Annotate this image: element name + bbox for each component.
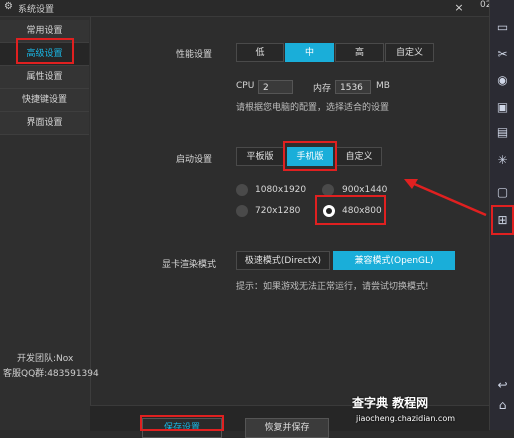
screen-icon[interactable]: ▣: [495, 100, 510, 115]
performance-hint: 请根据您电脑的配置，选择适合的设置: [236, 103, 390, 113]
highlight-box: [140, 415, 224, 431]
gear-icon: ⚙: [4, 1, 13, 12]
render-label: 显卡渲染模式: [162, 260, 217, 270]
render-option-opengl[interactable]: 兼容模式(OpenGL): [333, 251, 455, 270]
perf-option-low[interactable]: 低: [236, 43, 284, 62]
window-title: 系统设置: [18, 5, 55, 15]
watermark-text: 查字典 教程网: [352, 396, 429, 410]
location-icon[interactable]: ◉: [495, 73, 510, 88]
highlight-box: [315, 195, 386, 225]
watermark-url: jiaocheng.chazidian.com: [356, 414, 456, 423]
title-bar: ⚙ 系统设置 ×: [0, 0, 489, 17]
perf-option-high[interactable]: 高: [335, 43, 384, 62]
qq-group-text: 客服QQ群:483591394: [3, 369, 99, 379]
settings-window: ⚙ 系统设置 × 常用设置 高级设置 属性设置 快捷键设置 界面设置 开发团队:…: [0, 0, 489, 438]
battery-icon[interactable]: ▭: [495, 20, 510, 35]
startup-label: 启动设置: [176, 155, 213, 165]
res-1080-label: 1080x1920: [255, 185, 307, 195]
scissors-icon[interactable]: ✂: [495, 47, 510, 62]
startup-option-tablet[interactable]: 平板版: [236, 147, 284, 166]
res-900-label: 900x1440: [342, 185, 388, 195]
startup-option-custom[interactable]: 自定义: [336, 147, 382, 166]
res-720-radio[interactable]: [236, 205, 248, 217]
highlight-box: [16, 38, 74, 64]
performance-label: 性能设置: [176, 50, 213, 60]
right-toolbar: ▭ ✂ ◉ ▣ ▤ ✳ ▢ ⊞ ↩ ⌂: [489, 0, 514, 430]
sidebar-item-shortcuts[interactable]: 快捷键设置: [0, 89, 89, 112]
shake-icon[interactable]: ✳: [495, 153, 510, 168]
close-button[interactable]: ×: [452, 0, 466, 16]
cpu-label: CPU: [236, 81, 255, 91]
restore-button[interactable]: 恢复并保存: [245, 418, 329, 438]
sidebar-item-interface[interactable]: 界面设置: [0, 112, 89, 135]
home-icon[interactable]: ⌂: [495, 398, 510, 413]
back-icon[interactable]: ↩: [495, 378, 510, 393]
dev-team-text: 开发团队:Nox: [17, 354, 74, 364]
annotation-arrow: [404, 179, 487, 217]
res-720-label: 720x1280: [255, 206, 301, 216]
res-1080-radio[interactable]: [236, 184, 248, 196]
highlight-box: [283, 141, 337, 171]
render-hint: 提示：如果游戏无法正常运行，请尝试切换模式!: [236, 282, 429, 292]
cpu-input[interactable]: 2: [258, 80, 293, 94]
memory-label: 内存: [313, 84, 332, 94]
memory-input[interactable]: 1536: [335, 80, 371, 94]
perf-option-medium[interactable]: 中: [285, 43, 334, 62]
memory-unit: MB: [376, 81, 390, 91]
sidebar-item-properties[interactable]: 属性设置: [0, 66, 89, 89]
highlight-box: [491, 205, 514, 235]
perf-option-custom[interactable]: 自定义: [385, 43, 434, 62]
render-option-directx[interactable]: 极速模式(DirectX): [236, 251, 330, 270]
gallery-icon[interactable]: ▤: [495, 125, 510, 140]
record-icon[interactable]: ▢: [495, 185, 510, 200]
